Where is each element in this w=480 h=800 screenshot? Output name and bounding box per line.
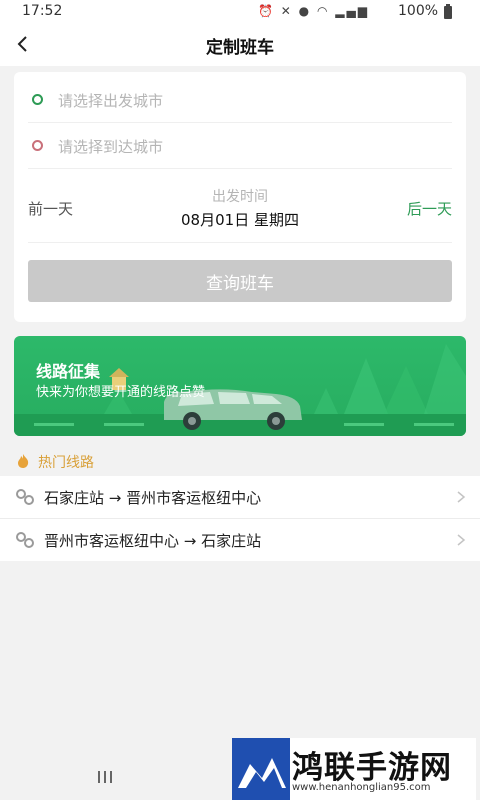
location-icon: ● bbox=[298, 4, 312, 18]
arrival-city-field[interactable]: 请选择到达城市 bbox=[28, 124, 452, 169]
date-selector: 前一天 出发时间 08月01日 星期四 后一天 bbox=[28, 180, 452, 243]
battery-percent: 100% bbox=[398, 3, 439, 19]
battery-icon bbox=[444, 4, 452, 19]
departure-city-field[interactable]: 请选择出发城市 bbox=[28, 78, 452, 123]
route-icon bbox=[16, 532, 34, 548]
hot-routes-list: 石家庄站 → 晋州市客运枢纽中心 晋州市客运枢纽中心 → 石家庄站 bbox=[0, 476, 480, 561]
route-text: 晋州市客运枢纽中心 → 石家庄站 bbox=[44, 532, 262, 550]
alarm-icon: ⏰ bbox=[258, 4, 275, 18]
list-item[interactable]: 晋州市客运枢纽中心 → 石家庄站 bbox=[0, 519, 480, 561]
route-icon bbox=[16, 489, 34, 505]
status-icons: ⏰ ✕ ● ◠ ▂▄▆ bbox=[258, 4, 369, 18]
chevron-right-icon bbox=[457, 491, 466, 503]
date-caption: 出发时间 bbox=[212, 189, 268, 205]
next-day-button[interactable]: 后一天 bbox=[407, 198, 452, 219]
prev-day-button[interactable]: 前一天 bbox=[28, 198, 73, 219]
watermark-title: 鸿联手游网 bbox=[292, 750, 452, 786]
arrival-dot-icon bbox=[32, 140, 43, 151]
departure-date-picker[interactable]: 出发时间 08月01日 星期四 bbox=[148, 186, 332, 230]
watermark-logo bbox=[232, 738, 290, 800]
departure-city-placeholder: 请选择出发城市 bbox=[58, 92, 164, 110]
nav-bar: 定制班车 bbox=[0, 24, 480, 66]
query-bus-button[interactable]: 查询班车 bbox=[28, 260, 452, 302]
route-text: 石家庄站 → 晋州市客运枢纽中心 bbox=[44, 489, 262, 507]
watermark: 鸿联手游网 www.henanhonglian95.com bbox=[232, 738, 476, 800]
arrival-city-placeholder: 请选择到达城市 bbox=[58, 138, 164, 156]
page-title: 定制班车 bbox=[206, 38, 274, 58]
fire-icon bbox=[18, 454, 29, 468]
banner-subtitle: 快来为你想要开通的线路点赞 bbox=[36, 385, 206, 400]
departure-dot-icon bbox=[32, 94, 43, 105]
hot-routes-title: 热门线路 bbox=[38, 455, 94, 471]
recent-apps-icon[interactable] bbox=[96, 770, 114, 784]
signal-icon: ▂▄▆ bbox=[335, 4, 369, 18]
watermark-url: www.henanhonglian95.com bbox=[292, 782, 431, 793]
chevron-right-icon bbox=[457, 534, 466, 546]
mute-icon: ✕ bbox=[280, 4, 293, 18]
status-bar: 17:52 ⏰ ✕ ● ◠ ▂▄▆ 100% bbox=[0, 0, 480, 24]
route-collection-banner[interactable]: 线路征集 快来为你想要开通的线路点赞 bbox=[14, 336, 466, 436]
banner-title: 线路征集 bbox=[36, 362, 101, 381]
hot-routes-header: 热门线路 bbox=[0, 448, 480, 474]
wifi-icon: ◠ bbox=[316, 4, 330, 18]
date-value: 08月01日 星期四 bbox=[181, 211, 299, 229]
search-card: 请选择出发城市 请选择到达城市 前一天 出发时间 08月01日 星期四 后一天 … bbox=[14, 72, 466, 322]
list-item[interactable]: 石家庄站 → 晋州市客运枢纽中心 bbox=[0, 476, 480, 519]
status-time: 17:52 bbox=[22, 3, 63, 19]
